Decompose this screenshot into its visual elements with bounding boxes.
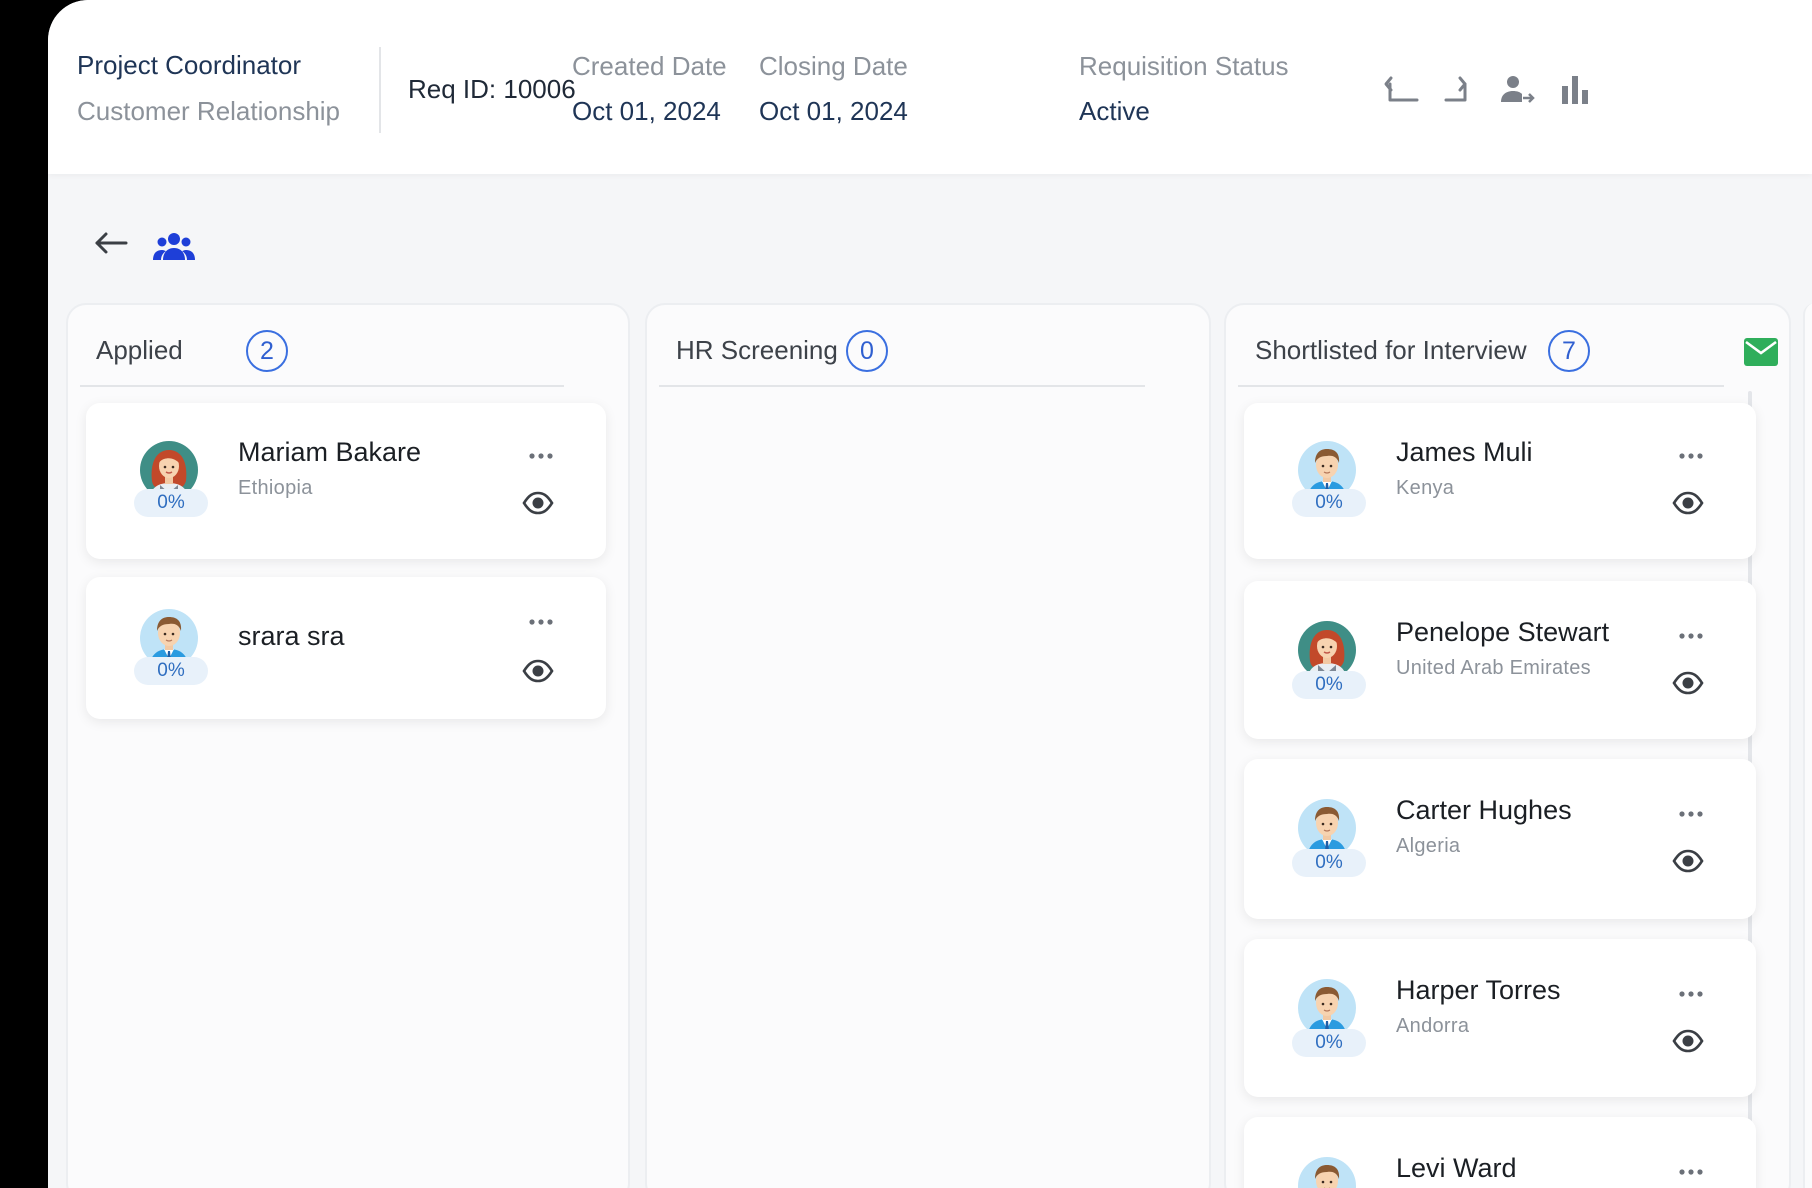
candidate-location: Ethiopia bbox=[238, 477, 313, 499]
closing-date-value: Oct 01, 2024 bbox=[759, 96, 908, 126]
candidate-card[interactable]: 0% Harper Torres Andorra bbox=[1244, 939, 1756, 1097]
match-percent-badge: 0% bbox=[134, 489, 208, 517]
user-transfer-icon[interactable] bbox=[1497, 70, 1537, 110]
match-percent-badge: 0% bbox=[134, 657, 208, 685]
match-percent-badge: 0% bbox=[1292, 1029, 1366, 1057]
closing-date-label: Closing Date bbox=[759, 51, 908, 81]
column-header-divider bbox=[659, 385, 1145, 387]
column-count-badge: 7 bbox=[1548, 330, 1590, 372]
candidate-name: srara sra bbox=[238, 621, 345, 651]
candidate-name: Levi Ward bbox=[1396, 1153, 1517, 1183]
more-options-icon[interactable] bbox=[1676, 807, 1706, 821]
view-eye-icon[interactable] bbox=[522, 659, 554, 683]
candidate-location: Algeria bbox=[1396, 835, 1461, 857]
column-title: HR Screening bbox=[676, 335, 838, 365]
requisition-status-value: Active bbox=[1079, 96, 1150, 126]
job-title: Project Coordinator bbox=[77, 50, 301, 80]
more-options-icon[interactable] bbox=[1676, 987, 1706, 1001]
turn-up-left-icon[interactable] bbox=[1379, 70, 1419, 110]
column-header-divider bbox=[80, 385, 564, 387]
more-options-icon[interactable] bbox=[526, 615, 556, 629]
mail-icon[interactable] bbox=[1744, 338, 1778, 366]
view-eye-icon[interactable] bbox=[1672, 849, 1704, 873]
created-date-value: Oct 01, 2024 bbox=[572, 96, 721, 126]
candidate-card[interactable]: Levi Ward bbox=[1244, 1117, 1756, 1188]
created-date-label: Created Date bbox=[572, 51, 727, 81]
candidate-name: Harper Torres bbox=[1396, 975, 1561, 1005]
more-options-icon[interactable] bbox=[1676, 449, 1706, 463]
column-header: Applied 2 bbox=[68, 305, 628, 387]
column-count-badge: 0 bbox=[846, 330, 888, 372]
match-percent-badge: 0% bbox=[1292, 849, 1366, 877]
department-name: Customer Relationship bbox=[77, 96, 341, 126]
turn-up-right-icon[interactable] bbox=[1438, 70, 1478, 110]
male-avatar-icon bbox=[1298, 1157, 1356, 1188]
bar-chart-icon[interactable] bbox=[1556, 70, 1596, 110]
column-title: Shortlisted for Interview bbox=[1255, 335, 1527, 365]
match-percent-badge: 0% bbox=[1292, 671, 1366, 699]
column-header: HR Screening 0 bbox=[647, 305, 1209, 387]
candidate-card[interactable]: 0% srara sra bbox=[86, 577, 606, 719]
more-options-icon[interactable] bbox=[1676, 1165, 1706, 1179]
candidate-location: United Arab Emirates bbox=[1396, 657, 1591, 679]
candidate-card[interactable]: 0% James Muli Kenya bbox=[1244, 403, 1756, 559]
column-header-divider bbox=[1238, 385, 1724, 387]
candidate-location: Andorra bbox=[1396, 1015, 1470, 1037]
column-header: Shortlisted for Interview 7 bbox=[1226, 305, 1789, 387]
app-window: Project Coordinator Customer Relationshi… bbox=[48, 0, 1812, 1188]
view-eye-icon[interactable] bbox=[1672, 491, 1704, 515]
more-options-icon[interactable] bbox=[526, 449, 556, 463]
column-hr-screening: HR Screening 0 bbox=[645, 303, 1211, 1188]
view-eye-icon[interactable] bbox=[522, 491, 554, 515]
req-id: Req ID: 10006 bbox=[408, 74, 576, 104]
candidate-card[interactable]: 0% Carter Hughes Algeria bbox=[1244, 759, 1756, 919]
next-column-edge bbox=[1803, 303, 1812, 1188]
arrow-left-icon[interactable] bbox=[92, 226, 130, 260]
column-shortlisted: Shortlisted for Interview 7 0% James Mul… bbox=[1224, 303, 1791, 1188]
match-percent-badge: 0% bbox=[1292, 489, 1366, 517]
candidate-card[interactable]: 0% Mariam Bakare Ethiopia bbox=[86, 403, 606, 559]
column-title: Applied bbox=[96, 335, 183, 365]
requisition-status-label: Requisition Status bbox=[1079, 51, 1289, 81]
header-divider bbox=[379, 47, 381, 133]
view-eye-icon[interactable] bbox=[1672, 1029, 1704, 1053]
candidate-name: Carter Hughes bbox=[1396, 795, 1572, 825]
candidate-name: Penelope Stewart bbox=[1396, 617, 1610, 647]
candidate-card[interactable]: 0% Penelope Stewart United Arab Emirates bbox=[1244, 581, 1756, 739]
column-applied: Applied 2 0% Mariam Bakare Ethiopia 0% s… bbox=[66, 303, 630, 1188]
candidate-location: Kenya bbox=[1396, 477, 1455, 499]
view-eye-icon[interactable] bbox=[1672, 671, 1704, 695]
candidate-name: Mariam Bakare bbox=[238, 437, 422, 467]
candidate-name: James Muli bbox=[1396, 437, 1533, 467]
requisition-header: Project Coordinator Customer Relationshi… bbox=[48, 0, 1812, 174]
people-group-icon[interactable] bbox=[152, 230, 196, 266]
more-options-icon[interactable] bbox=[1676, 629, 1706, 643]
column-count-badge: 2 bbox=[246, 330, 288, 372]
